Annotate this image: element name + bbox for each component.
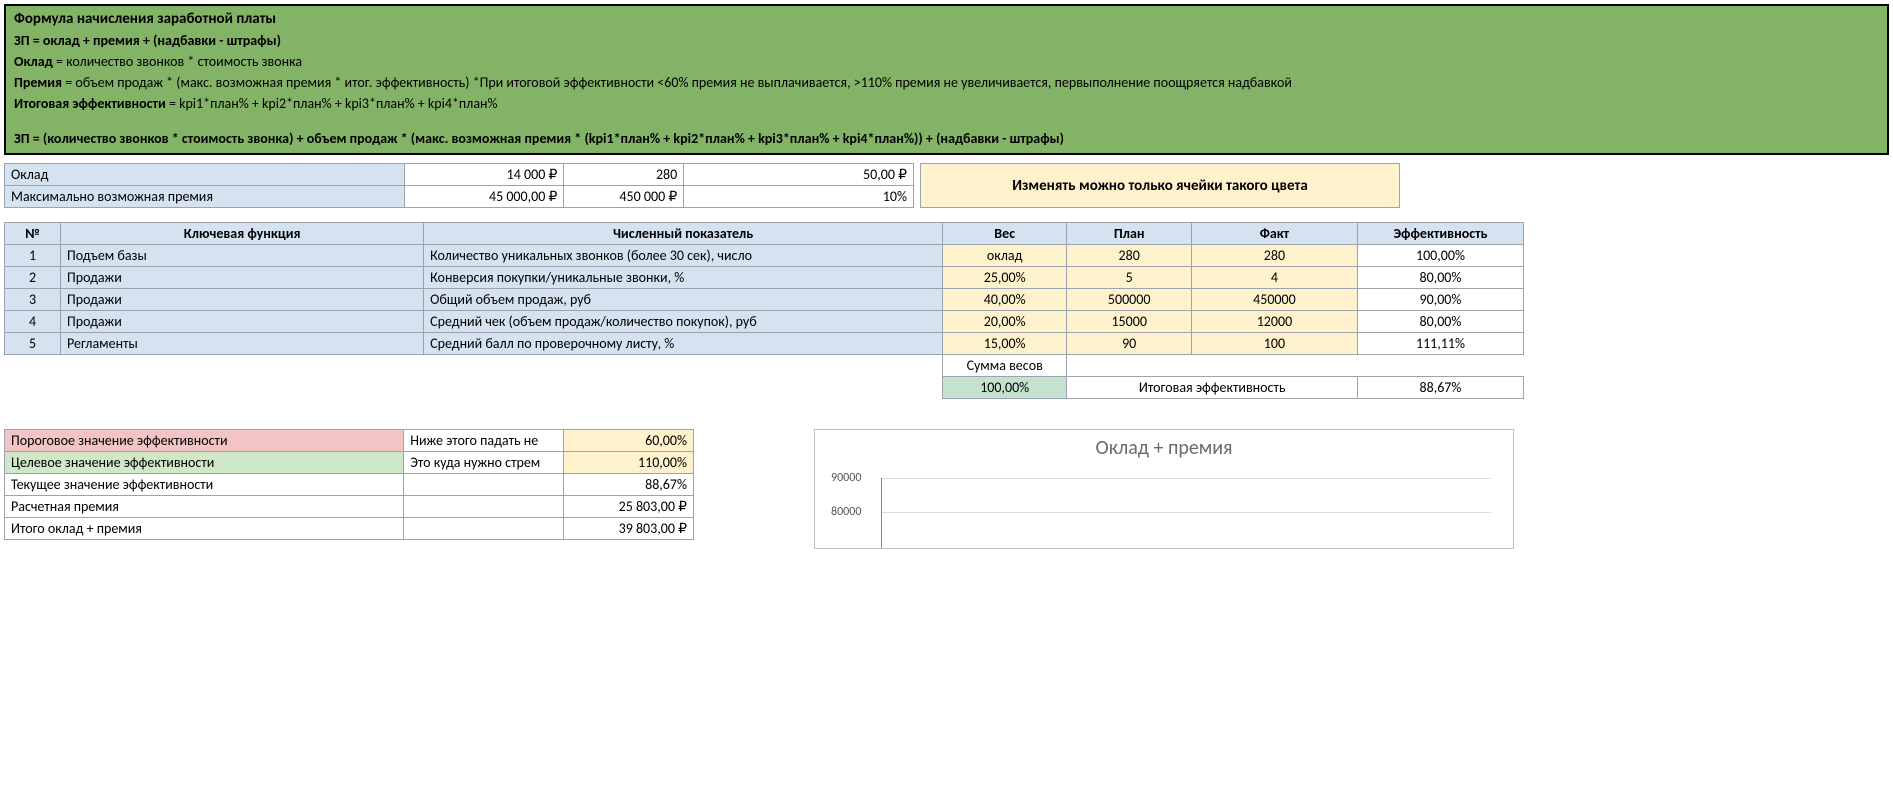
formula-line-5: ЗП = (количество звонков * стоимость зво… (14, 128, 1879, 149)
formula-line-4: Итоговая эффективности = kpi1*план% + kp… (14, 93, 1879, 114)
col-fact: Факт (1191, 223, 1357, 245)
editable-notice: Изменять можно только ячейки такого цвет… (920, 163, 1400, 208)
table-row: 1 Подъем базы Количество уникальных звон… (5, 245, 1524, 267)
sum-weights-row: Сумма весов (5, 355, 1524, 377)
kpi-table: № Ключевая функция Численный показатель … (4, 222, 1524, 399)
total-eff-label: Итоговая эффективность (1067, 377, 1358, 399)
formula-box: Формула начисления заработной платы ЗП =… (4, 4, 1889, 155)
table-row: Расчетная премия 25 803,00 ₽ (5, 496, 694, 518)
chart-title: Оклад + премия (827, 436, 1501, 460)
param-val1[interactable]: 14 000 ₽ (404, 164, 564, 186)
salary-chart: Оклад + премия 90000 80000 (814, 429, 1514, 549)
col-eff: Эффективность (1357, 223, 1523, 245)
param-val3[interactable]: 50,00 ₽ (684, 164, 914, 186)
effectiveness-table: Пороговое значение эффективности Ниже эт… (4, 429, 694, 540)
sum-weights-label: Сумма весов (942, 355, 1067, 377)
params-table: Оклад 14 000 ₽ 280 50,00 ₽ Максимально в… (4, 163, 914, 208)
formula-title: Формула начисления заработной платы (14, 10, 1879, 28)
col-func: Ключевая функция (61, 223, 424, 245)
table-row: Итого оклад + премия 39 803,00 ₽ (5, 518, 694, 540)
param-val1[interactable]: 45 000,00 ₽ (404, 186, 564, 208)
col-plan: План (1067, 223, 1192, 245)
col-metric: Численный показатель (424, 223, 943, 245)
table-row: 4 Продажи Средний чек (объем продаж/коли… (5, 311, 1524, 333)
table-row: Текущее значение эффективности 88,67% (5, 474, 694, 496)
table-row: 3 Продажи Общий объем продаж, руб 40,00%… (5, 289, 1524, 311)
formula-line-1: ЗП = оклад + премия + (надбавки - штрафы… (14, 30, 1879, 51)
param-val2[interactable]: 280 (564, 164, 684, 186)
table-row: 5 Регламенты Средний балл по проверочном… (5, 333, 1524, 355)
table-row: Пороговое значение эффективности Ниже эт… (5, 430, 694, 452)
param-val2[interactable]: 450 000 ₽ (564, 186, 684, 208)
table-row: Целевое значение эффективности Это куда … (5, 452, 694, 474)
param-label: Максимально возможная премия (5, 186, 405, 208)
param-label: Оклад (5, 164, 405, 186)
param-val3[interactable]: 10% (684, 186, 914, 208)
total-eff-value: 88,67% (1357, 377, 1523, 399)
col-weight: Вес (942, 223, 1067, 245)
table-row: 2 Продажи Конверсия покупки/уникальные з… (5, 267, 1524, 289)
sum-weights-value: 100,00% (942, 377, 1067, 399)
table-row: Максимально возможная премия 45 000,00 ₽… (5, 186, 914, 208)
formula-line-2: Оклад = количество звонков * стоимость з… (14, 51, 1879, 72)
y-tick-label: 90000 (831, 471, 861, 485)
kpi-header-row: № Ключевая функция Численный показатель … (5, 223, 1524, 245)
col-num: № (5, 223, 61, 245)
formula-line-3: Премия = объем продаж * (макс. возможная… (14, 72, 1879, 93)
total-eff-row: 100,00% Итоговая эффективность 88,67% (5, 377, 1524, 399)
y-tick-label: 80000 (831, 505, 861, 519)
table-row: Оклад 14 000 ₽ 280 50,00 ₽ (5, 164, 914, 186)
